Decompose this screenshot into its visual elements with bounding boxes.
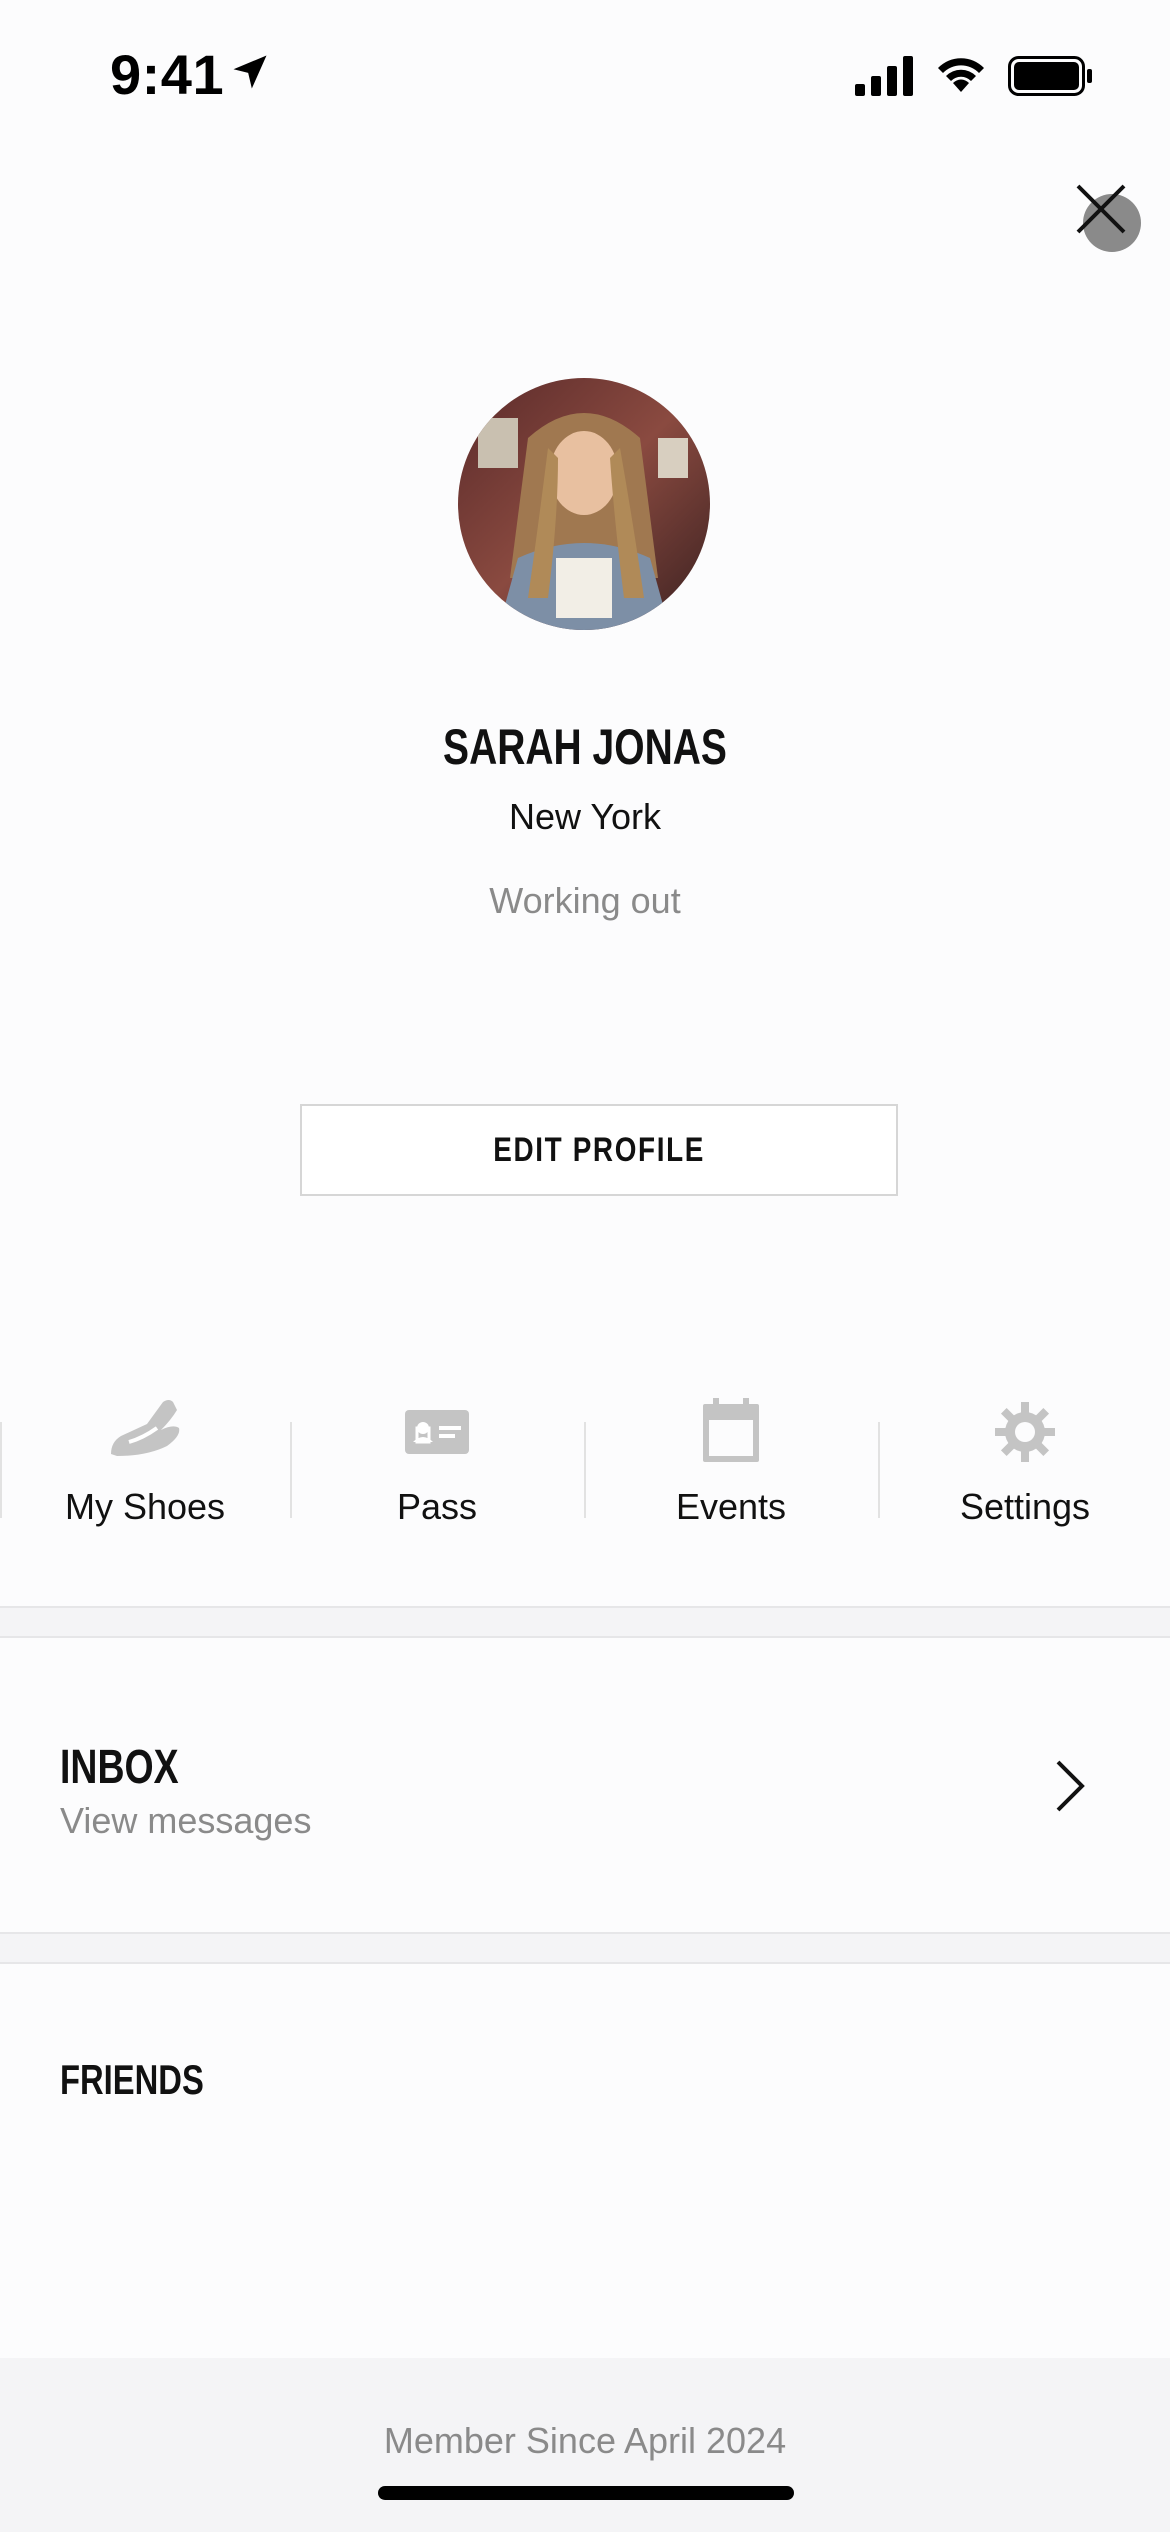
shortcut-my-shoes[interactable]: My Shoes bbox=[0, 1380, 290, 1560]
inbox-subtitle: View messages bbox=[60, 1800, 312, 1841]
shortcut-label: My Shoes bbox=[64, 1486, 226, 1527]
wifi-icon bbox=[938, 58, 984, 92]
shortcut-pass[interactable]: Pass bbox=[292, 1380, 582, 1560]
shortcut-events[interactable]: Events bbox=[586, 1380, 876, 1560]
home-indicator bbox=[378, 2486, 794, 2500]
close-icon[interactable] bbox=[1060, 176, 1140, 256]
calendar-icon bbox=[703, 1398, 759, 1462]
shortcut-label: Pass bbox=[396, 1486, 478, 1527]
profile-city: New York bbox=[508, 796, 662, 837]
shortcut-settings[interactable]: Settings bbox=[880, 1380, 1170, 1560]
gear-icon bbox=[995, 1402, 1055, 1462]
inbox-row[interactable]: INBOX View messages bbox=[0, 1640, 1170, 1930]
status-bar: 9:41 bbox=[0, 0, 1170, 150]
status-time: 9:41 bbox=[110, 43, 225, 106]
shortcuts-row: My Shoes Pass Events Settings bbox=[0, 1380, 1170, 1560]
profile-status: Working out bbox=[489, 880, 681, 921]
member-since: Member Since April 2024 bbox=[383, 2420, 787, 2461]
friends-title: FRIENDS bbox=[60, 2056, 204, 2103]
shortcut-label: Events bbox=[675, 1486, 787, 1527]
profile-name: SARAH JONAS bbox=[443, 719, 727, 775]
section-divider bbox=[0, 1932, 1170, 1964]
cellular-signal-icon bbox=[855, 56, 913, 96]
footer: Member Since April 2024 bbox=[0, 2358, 1170, 2532]
shortcut-label: Settings bbox=[959, 1486, 1091, 1527]
avatar[interactable] bbox=[458, 378, 710, 630]
avatar-image bbox=[458, 378, 710, 630]
id-card-icon bbox=[405, 1410, 469, 1454]
location-arrow-icon bbox=[233, 55, 267, 89]
shoe-icon bbox=[111, 1400, 180, 1456]
edit-profile-label: EDIT PROFILE bbox=[493, 1130, 705, 1169]
inbox-title: INBOX bbox=[60, 1741, 179, 1794]
chevron-right-icon bbox=[1056, 1760, 1085, 1812]
section-divider bbox=[0, 1606, 1170, 1638]
battery-icon bbox=[1008, 56, 1092, 96]
edit-profile-button[interactable]: EDIT PROFILE bbox=[300, 1104, 898, 1196]
